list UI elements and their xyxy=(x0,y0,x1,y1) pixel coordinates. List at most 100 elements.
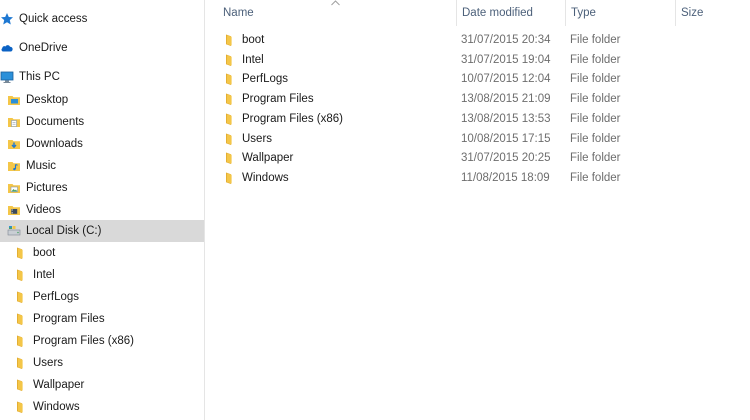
desktop-folder-icon xyxy=(8,96,20,105)
nav-item-label: OneDrive xyxy=(19,42,68,54)
column-header-label: Type xyxy=(571,7,596,19)
music-folder-icon xyxy=(8,162,20,171)
file-type: File folder xyxy=(570,34,621,46)
file-row-windows[interactable]: Windows 11/08/2015 18:09 File folder xyxy=(205,168,750,188)
nav-item-music[interactable]: Music xyxy=(0,155,204,177)
nav-item-intel[interactable]: Intel xyxy=(0,264,204,286)
nav-item-label: Pictures xyxy=(26,182,68,194)
nav-item-label: Quick access xyxy=(19,13,88,25)
nav-item-users[interactable]: Users xyxy=(0,352,204,374)
drive-icon xyxy=(7,226,21,236)
folder-icon xyxy=(226,113,232,125)
folder-icon xyxy=(17,313,23,325)
folder-icon xyxy=(17,401,23,413)
folder-icon xyxy=(226,172,232,184)
file-row-boot[interactable]: boot 31/07/2015 20:34 File folder xyxy=(205,30,750,50)
file-type: File folder xyxy=(570,93,621,105)
folder-icon xyxy=(226,73,232,85)
folder-icon xyxy=(17,335,23,347)
file-row-wallpaper[interactable]: Wallpaper 31/07/2015 20:25 File folder xyxy=(205,148,750,168)
folder-icon xyxy=(17,269,23,281)
nav-item-videos[interactable]: Videos xyxy=(0,199,204,221)
file-list: Name Date modified Type Size boot 31/07/… xyxy=(205,0,750,420)
file-explorer-window: Quick access OneDrive This PC Desktop Do… xyxy=(0,0,750,420)
file-name-cell: Wallpaper xyxy=(223,148,293,168)
file-row-program-files-x86[interactable]: Program Files (x86) 13/08/2015 13:53 Fil… xyxy=(205,109,750,129)
folder-icon xyxy=(226,93,232,105)
nav-item-label: Windows xyxy=(33,401,80,413)
file-date-modified: 10/08/2015 17:15 xyxy=(461,133,551,145)
file-type: File folder xyxy=(570,54,621,66)
file-row-intel[interactable]: Intel 31/07/2015 19:04 File folder xyxy=(205,50,750,70)
file-name: boot xyxy=(242,34,265,46)
nav-item-local-disk-c[interactable]: Local Disk (C:) xyxy=(0,220,204,242)
file-date-modified: 11/08/2015 18:09 xyxy=(461,172,550,184)
nav-item-label: Wallpaper xyxy=(33,379,85,391)
cloud-icon xyxy=(1,45,13,52)
column-header-label: Name xyxy=(223,7,254,19)
column-header-size[interactable]: Size xyxy=(675,0,750,26)
folder-icon xyxy=(17,291,23,303)
nav-item-wallpaper[interactable]: Wallpaper xyxy=(0,374,204,396)
folder-icon xyxy=(226,54,232,66)
file-row-program-files[interactable]: Program Files 13/08/2015 21:09 File fold… xyxy=(205,89,750,109)
navigation-pane: Quick access OneDrive This PC Desktop Do… xyxy=(0,0,205,420)
file-name-cell: boot xyxy=(223,30,264,50)
nav-item-onedrive[interactable]: OneDrive xyxy=(0,37,204,59)
nav-item-label: PerfLogs xyxy=(33,291,80,303)
file-name-cell: Program Files (x86) xyxy=(223,109,343,129)
file-name: PerfLogs xyxy=(242,73,289,85)
column-header-type[interactable]: Type xyxy=(565,0,675,26)
file-name: Program Files xyxy=(242,93,314,105)
file-name: Windows xyxy=(242,172,289,184)
nav-item-label: Program Files xyxy=(33,313,105,325)
file-name: Users xyxy=(242,133,273,145)
nav-item-downloads[interactable]: Downloads xyxy=(0,133,204,155)
file-date-modified: 13/08/2015 21:09 xyxy=(461,93,551,105)
file-type: File folder xyxy=(570,133,621,145)
nav-item-perflogs[interactable]: PerfLogs xyxy=(0,286,204,308)
file-type: File folder xyxy=(570,113,621,125)
nav-item-label: Videos xyxy=(26,204,61,216)
file-name: Wallpaper xyxy=(242,152,294,164)
nav-item-windows[interactable]: Windows xyxy=(0,396,204,418)
nav-item-label: Downloads xyxy=(26,138,83,150)
nav-item-this-pc[interactable]: This PC xyxy=(0,66,204,88)
file-type: File folder xyxy=(570,172,621,184)
nav-item-label: Documents xyxy=(26,116,85,128)
nav-item-boot[interactable]: boot xyxy=(0,242,204,264)
downloads-folder-icon xyxy=(8,140,20,149)
nav-item-program-files[interactable]: Program Files xyxy=(0,308,204,330)
file-row-users[interactable]: Users 10/08/2015 17:15 File folder xyxy=(205,129,750,149)
file-name: Intel xyxy=(242,54,264,66)
file-name-cell: Program Files xyxy=(223,89,314,109)
nav-item-label: Music xyxy=(26,160,57,172)
nav-item-program-files-x86[interactable]: Program Files (x86) xyxy=(0,330,204,352)
file-date-modified: 31/07/2015 20:25 xyxy=(461,152,551,164)
column-header-date-modified[interactable]: Date modified xyxy=(456,0,565,26)
file-type: File folder xyxy=(570,152,621,164)
file-date-modified: 10/07/2015 12:04 xyxy=(461,73,551,85)
nav-item-documents[interactable]: Documents xyxy=(0,111,204,133)
nav-item-label: Program Files (x86) xyxy=(33,335,134,347)
nav-item-label: boot xyxy=(33,247,56,259)
file-date-modified: 31/07/2015 19:04 xyxy=(461,54,551,66)
file-date-modified: 13/08/2015 13:53 xyxy=(461,113,551,125)
file-name-cell: Windows xyxy=(223,168,289,188)
nav-item-quick-access[interactable]: Quick access xyxy=(0,8,204,30)
nav-item-pictures[interactable]: Pictures xyxy=(0,177,204,199)
file-row-perflogs[interactable]: PerfLogs 10/07/2015 12:04 File folder xyxy=(205,69,750,89)
documents-folder-icon xyxy=(8,118,20,127)
nav-item-label: Intel xyxy=(33,269,55,281)
file-name-cell: Intel xyxy=(223,50,264,70)
nav-item-desktop[interactable]: Desktop xyxy=(0,89,204,111)
column-header-label: Date modified xyxy=(462,7,533,19)
folder-icon xyxy=(17,379,23,391)
file-name-cell: PerfLogs xyxy=(223,69,288,89)
star-icon xyxy=(1,13,13,25)
file-type: File folder xyxy=(570,73,621,85)
file-name: Program Files (x86) xyxy=(242,113,343,125)
folder-icon xyxy=(226,133,232,145)
file-date-modified: 31/07/2015 20:34 xyxy=(461,34,551,46)
pictures-folder-icon xyxy=(8,184,20,193)
